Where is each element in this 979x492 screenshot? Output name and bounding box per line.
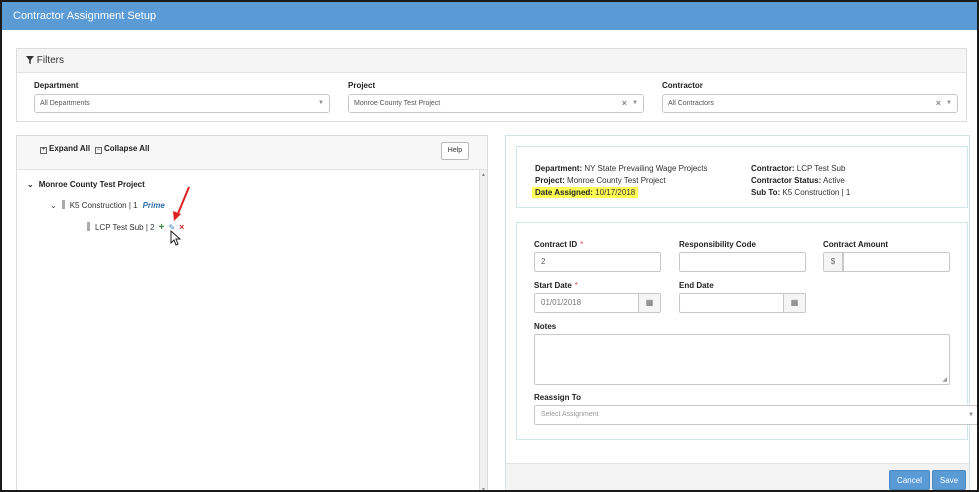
node-marker — [61, 200, 65, 209]
department-select[interactable]: All Departments ▼ — [34, 94, 330, 113]
contractor-filter: Contractor All Contractors × ▼ — [662, 81, 958, 113]
reassign-placeholder: Select Assignment — [541, 411, 599, 418]
filters-header[interactable]: Filters — [17, 49, 966, 73]
chevron-down-icon[interactable]: ⌄ — [50, 201, 57, 210]
summary-sub-to: Sub To: K5 Construction | 1 — [751, 188, 851, 197]
tree-scrollbar[interactable]: ▲ ▼ — [479, 170, 487, 490]
assignment-detail-panel: Department: NY State Prevailing Wage Pro… — [505, 135, 977, 490]
resize-grip-icon[interactable]: ◢ — [942, 376, 947, 383]
contract-id-input[interactable]: 2 — [534, 252, 661, 272]
filters-panel: Filters Department All Departments ▼ Pro… — [16, 48, 967, 122]
chevron-down-icon[interactable]: ⌄ — [27, 180, 34, 189]
start-date-input[interactable]: 01/01/2018 ▦ — [534, 293, 661, 313]
add-icon[interactable]: + — [159, 222, 165, 233]
contract-amount-label: Contract Amount — [823, 240, 889, 249]
tree-sub-label: LCP Test Sub | 2 — [95, 223, 155, 232]
plus-box-icon: + — [40, 147, 47, 154]
chevron-down-icon: ▼ — [968, 412, 974, 418]
reassign-to-select[interactable]: Select Assignment ▼ — [534, 405, 977, 425]
contract-form: Contract ID * 2 Responsibility Code Contr… — [516, 222, 977, 440]
tree-node-project[interactable]: ⌄ Monroe County Test Project — [27, 180, 145, 189]
dollar-addon: $ — [823, 252, 843, 272]
expand-all-button[interactable]: + Expand All — [40, 144, 90, 154]
end-date-input[interactable]: ▦ — [679, 293, 806, 313]
summary-department: Department: NY State Prevailing Wage Pro… — [535, 164, 708, 173]
form-footer: Cancel Save — [506, 463, 969, 490]
prime-tag: Prime — [142, 201, 165, 210]
department-label: Department — [34, 81, 79, 90]
window-title: Contractor Assignment Setup — [2, 2, 977, 30]
clear-icon[interactable]: × — [622, 95, 627, 112]
contract-id-label: Contract ID * — [534, 240, 584, 249]
tree-prime-label: K5 Construction | 1 — [69, 201, 138, 210]
responsibility-code-label: Responsibility Code — [679, 240, 756, 249]
scroll-down-icon[interactable]: ▼ — [481, 487, 486, 490]
contract-amount-input[interactable] — [843, 252, 950, 272]
summary-contractor-status: Contractor Status: Active — [751, 176, 845, 185]
summary-contractor: Contractor: LCP Test Sub — [751, 164, 846, 173]
collapse-all-button[interactable]: − Collapse All — [95, 144, 150, 154]
summary-project: Project: Monroe County Test Project — [535, 176, 666, 185]
project-label: Project — [348, 81, 376, 90]
calendar-icon[interactable]: ▦ — [783, 294, 805, 312]
app-window: Contractor Assignment Setup Filters Depa… — [0, 0, 979, 492]
notes-label: Notes — [534, 322, 557, 331]
tree-node-prime[interactable]: ⌄ K5 Construction | 1 Prime — [50, 200, 165, 210]
department-value: All Departments — [40, 100, 90, 107]
project-select[interactable]: Monroe County Test Project × ▼ — [348, 94, 644, 113]
assignment-tree-panel: + Expand All − Collapse All Help ⌄ Monroe C… — [16, 135, 488, 490]
tree-project-label: Monroe County Test Project — [38, 180, 145, 189]
filters-title: Filters — [36, 55, 65, 66]
start-date-value: 01/01/2018 — [541, 298, 582, 307]
contractor-select[interactable]: All Contractors × ▼ — [662, 94, 958, 113]
minus-box-icon: − — [95, 147, 102, 154]
start-date-label: Start Date * — [534, 281, 578, 290]
chevron-down-icon: ▼ — [946, 100, 952, 106]
responsibility-code-input[interactable] — [679, 252, 806, 272]
tree-toolbar: + Expand All − Collapse All Help — [17, 136, 487, 170]
summary-date-assigned: Date Assigned: 10/17/2018 — [532, 187, 639, 198]
mouse-cursor-icon — [170, 230, 182, 246]
filter-icon — [26, 56, 34, 64]
department-filter: Department All Departments ▼ — [34, 81, 330, 113]
save-button[interactable]: Save — [932, 470, 966, 490]
chevron-down-icon: ▼ — [318, 100, 324, 106]
end-date-label: End Date — [679, 281, 714, 290]
notes-textarea[interactable]: ◢ — [534, 334, 950, 385]
clear-icon[interactable]: × — [936, 95, 941, 112]
node-marker — [87, 222, 90, 231]
project-value: Monroe County Test Project — [354, 100, 441, 107]
assignment-summary: Department: NY State Prevailing Wage Pro… — [516, 146, 968, 208]
collapse-all-label: Collapse All — [104, 144, 150, 153]
scroll-up-icon[interactable]: ▲ — [481, 172, 486, 178]
project-filter: Project Monroe County Test Project × ▼ — [348, 81, 644, 113]
contractor-label: Contractor — [662, 81, 703, 90]
chevron-down-icon: ▼ — [632, 100, 638, 106]
cancel-button[interactable]: Cancel — [889, 470, 930, 490]
help-button[interactable]: Help — [441, 142, 469, 160]
calendar-icon[interactable]: ▦ — [638, 294, 660, 312]
contractor-value: All Contractors — [668, 100, 714, 107]
expand-all-label: Expand All — [49, 144, 91, 153]
reassign-to-label: Reassign To — [534, 393, 581, 402]
